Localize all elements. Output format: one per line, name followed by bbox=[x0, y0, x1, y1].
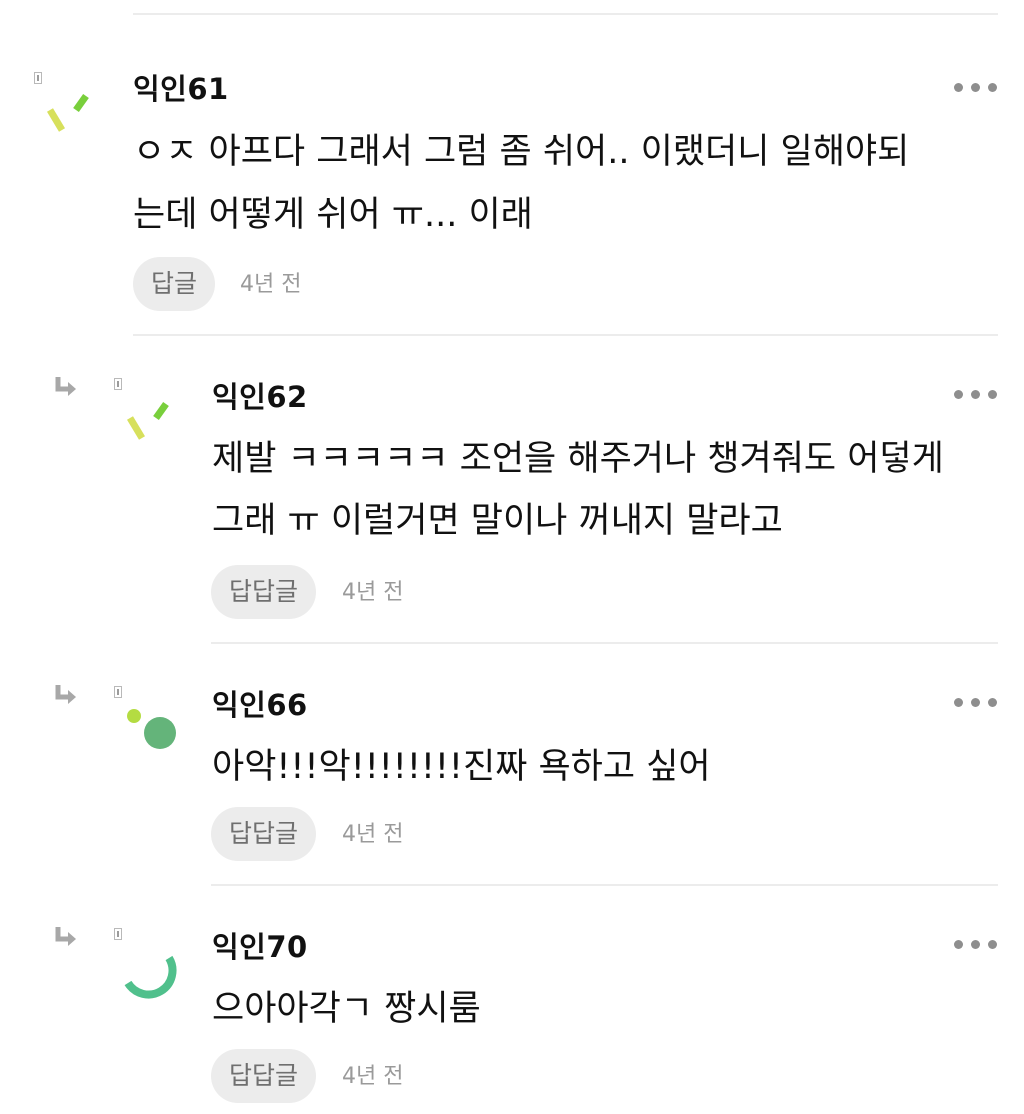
dot-icon bbox=[988, 83, 997, 92]
reply-button[interactable]: 답답글 bbox=[211, 565, 317, 619]
confetti-avatar-icon bbox=[46, 93, 89, 132]
comment-text-line: 는데 어떻게 쉬어 ㅠ... 이래 bbox=[133, 195, 533, 235]
dot-icon bbox=[988, 940, 997, 949]
comment-reply: 익인66 아악!!!악!!!!!!!!진짜 욕하고 싶어 답답글 4년 전 bbox=[0, 644, 1024, 886]
more-options-button[interactable] bbox=[954, 935, 998, 955]
comment-time: 4년 전 bbox=[342, 580, 404, 605]
broken-image-icon bbox=[114, 378, 122, 390]
dot-icon bbox=[954, 698, 963, 707]
more-options-button[interactable] bbox=[954, 385, 998, 405]
reply-arrow-icon bbox=[55, 927, 76, 946]
comment-author: 익인66 bbox=[212, 688, 308, 722]
dot-icon bbox=[971, 83, 980, 92]
dot-icon bbox=[971, 940, 980, 949]
comment-text-line: ㅇㅈ 아프다 그래서 그럼 좀 쉬어.. 이랬더니 일해야되 bbox=[133, 132, 910, 172]
comment-author: 익인61 bbox=[133, 72, 229, 106]
dot-icon bbox=[988, 390, 997, 399]
reply-arrow-icon bbox=[55, 377, 76, 396]
comment-text-line: 제발 ㅋㅋㅋㅋㅋ 조언을 해주거나 챙겨줘도 어덯게 bbox=[212, 439, 944, 479]
comment-text-line: 아악!!!악!!!!!!!!진짜 욕하고 싶어 bbox=[212, 747, 711, 787]
comment-reply: 익인70 으아아각ㄱ 짱시룸 답답글 4년 전 bbox=[0, 886, 1024, 1114]
comment-time: 4년 전 bbox=[240, 272, 302, 297]
broken-image-icon bbox=[114, 928, 122, 940]
more-options-button[interactable] bbox=[954, 693, 998, 713]
arc-avatar-icon bbox=[124, 955, 177, 999]
dot-icon bbox=[971, 698, 980, 707]
comment-author: 익인70 bbox=[212, 930, 308, 964]
dot-icon bbox=[954, 390, 963, 399]
comment-reply: 익인62 제발 ㅋㅋㅋㅋㅋ 조언을 해주거나 챙겨줘도 어덯게 그래 ㅠ 이럴거… bbox=[0, 336, 1024, 644]
comment-time: 4년 전 bbox=[342, 1064, 404, 1089]
reply-arrow-icon bbox=[55, 685, 76, 704]
reply-button[interactable]: 답답글 bbox=[211, 807, 317, 861]
dot-icon bbox=[954, 83, 963, 92]
reply-button[interactable]: 답답글 bbox=[211, 1049, 317, 1103]
comment: 익인61 ㅇㅈ 아프다 그래서 그럼 좀 쉬어.. 이랬더니 일해야되 는데 어… bbox=[0, 0, 1024, 336]
comment-text-line: 그래 ㅠ 이럴거면 말이나 꺼내지 말라고 bbox=[212, 501, 783, 541]
comment-time: 4년 전 bbox=[342, 822, 404, 847]
more-options-button[interactable] bbox=[954, 78, 998, 98]
dot-icon bbox=[971, 390, 980, 399]
comment-author: 익인62 bbox=[212, 380, 308, 414]
dot-icon bbox=[988, 698, 997, 707]
dot-icon bbox=[954, 940, 963, 949]
broken-image-icon bbox=[34, 72, 42, 84]
reply-button[interactable]: 답글 bbox=[133, 257, 216, 311]
dots-avatar-icon bbox=[127, 709, 176, 749]
confetti-avatar-icon bbox=[126, 401, 169, 440]
comment-text-line: 으아아각ㄱ 짱시룸 bbox=[212, 989, 481, 1029]
broken-image-icon bbox=[114, 686, 122, 698]
